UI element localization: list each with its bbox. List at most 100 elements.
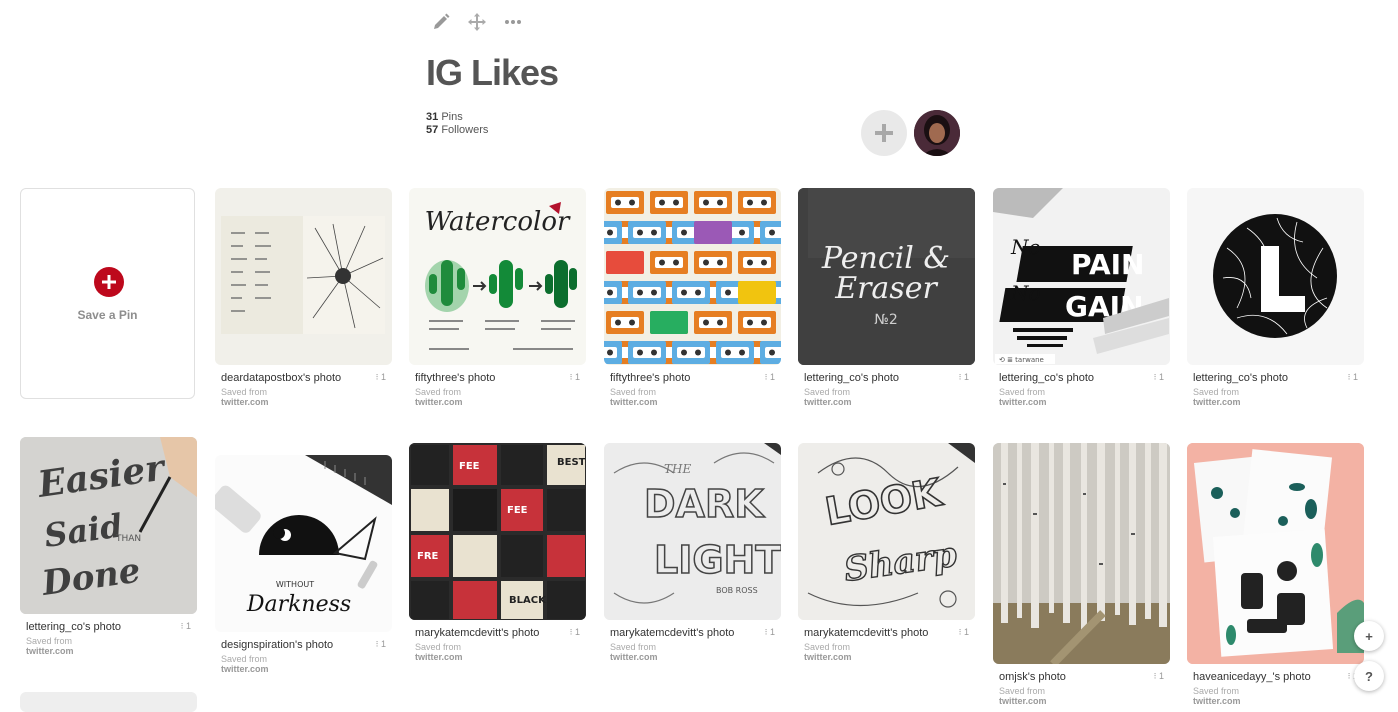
plus-icon [875,124,893,142]
pin-description: lettering_co's photo [1193,372,1289,384]
partial-pin-card[interactable] [20,692,197,712]
pin-description: marykatemcdevitt's photo [415,627,540,639]
source-link[interactable]: twitter.com [610,652,775,662]
pin-image: Watercolor [409,188,586,365]
saved-from-label: Saved from [610,387,657,397]
source-link[interactable]: twitter.com [221,397,386,407]
pin-description: lettering_co's photo [26,621,122,633]
pin-card[interactable]: fiftythree's photo ⁝ 1 Saved from twitte… [604,188,781,407]
pin-card[interactable]: No PAIN No GAIN ⟲ ≣ tarwane lettering_co… [993,188,1170,407]
svg-text:Eraser: Eraser [834,271,938,306]
repin-count: ⁝ 1 [959,627,969,638]
pin-image [993,443,1170,664]
pin-card[interactable]: haveanicedayy_'s photo ⁝ 1 Saved from tw… [1187,443,1364,706]
repin-count: ⁝ 1 [1154,372,1164,383]
repin-count: ⁝ 1 [181,621,191,632]
repin-count: ⁝ 1 [376,372,386,383]
pencil-icon[interactable] [430,10,452,34]
pin-icon: ⁝ [958,372,962,382]
svg-text:THAN: THAN [115,534,141,544]
saved-from-label: Saved from [1193,387,1240,397]
pin-card[interactable]: Easier Said THAN Done lettering_co's pho… [20,437,197,656]
pin-description: deardatapostbox's photo [221,372,342,384]
followers-label: Followers [441,124,489,136]
more-icon[interactable] [502,10,524,34]
help-icon: ? [1365,668,1373,684]
add-collaborator-button[interactable] [861,110,907,156]
repin-number: 1 [963,627,969,637]
pin-icon: ⁝ [569,627,573,637]
repin-number: 1 [1158,671,1164,681]
followers-stat[interactable]: 57 Followers [426,124,488,137]
source-link[interactable]: twitter.com [610,397,775,407]
pin-caption: lettering_co's photo ⁝ 1 Saved from twit… [993,365,1170,407]
pin-icon: ⁝ [375,639,379,649]
pin-image: Pencil & Eraser №2 [798,188,975,365]
pin-caption: fiftythree's photo ⁝ 1 Saved from twitte… [604,365,781,407]
svg-text:LIGHT: LIGHT [654,538,781,582]
pin-card[interactable]: THE DARK LIGHT BOB ROSS marykatemcdevitt… [604,443,781,662]
svg-text:FEE: FEE [459,461,480,472]
move-icon[interactable] [466,10,488,34]
avatar[interactable] [914,110,960,156]
pin-card[interactable]: omjsk's photo ⁝ 1 Saved from twitter.com [993,443,1170,706]
save-a-pin-card[interactable]: Save a Pin [20,188,195,399]
add-button[interactable]: + [1354,621,1384,651]
pin-caption: marykatemcdevitt's photo ⁝ 1 Saved from … [798,620,975,662]
source-link[interactable]: twitter.com [415,397,580,407]
pin-description: omjsk's photo [999,671,1066,683]
pin-description: lettering_co's photo [804,372,900,384]
pin-image: No PAIN No GAIN ⟲ ≣ tarwane [993,188,1170,365]
repin-count: ⁝ 1 [1348,372,1358,383]
pin-caption: designspiration's photo ⁝ 1 Saved from t… [215,632,392,674]
svg-text:№2: №2 [874,312,897,328]
pin-icon: ⁝ [764,627,768,637]
repin-number: 1 [769,627,775,637]
pin-description: marykatemcdevitt's photo [610,627,735,639]
pin-card[interactable]: lettering_co's photo ⁝ 1 Saved from twit… [1187,188,1364,407]
pin-icon: ⁝ [569,372,573,382]
pin-icon: ⁝ [1347,372,1351,382]
svg-text:No: No [1010,281,1041,305]
source-link[interactable]: twitter.com [804,397,969,407]
pin-image-text: Watercolor [425,207,571,237]
pin-caption: lettering_co's photo ⁝ 1 Saved from twit… [20,614,197,656]
repin-number: 1 [380,372,386,382]
pin-card[interactable]: Watercolor fiftythree's photo ⁝ 1 Saved … [409,188,586,407]
pin-icon: ⁝ [1153,372,1157,382]
source-link[interactable]: twitter.com [1193,696,1358,706]
source-link[interactable]: twitter.com [415,652,580,662]
repin-count: ⁝ 1 [570,372,580,383]
help-button[interactable]: ? [1354,661,1384,691]
svg-text:⟲ ≣ tarwane: ⟲ ≣ tarwane [999,356,1044,364]
pin-card[interactable]: deardatapostbox's photo ⁝ 1 Saved from t… [215,188,392,407]
svg-text:BEST: BEST [557,457,586,468]
svg-text:THE: THE [664,462,691,476]
saved-from-label: Saved from [26,636,73,646]
source-link[interactable]: twitter.com [1193,397,1358,407]
pin-card[interactable]: WITHOUT Darkness designspiration's photo… [215,455,392,674]
repin-number: 1 [769,372,775,382]
svg-text:PAIN: PAIN [1071,248,1144,281]
pin-caption: deardatapostbox's photo ⁝ 1 Saved from t… [215,365,392,407]
repin-number: 1 [574,372,580,382]
pin-icon: ⁝ [764,372,768,382]
pin-description: lettering_co's photo [999,372,1095,384]
repin-number: 1 [963,372,969,382]
saved-from-label: Saved from [804,642,851,652]
source-link[interactable]: twitter.com [26,646,191,656]
saved-from-label: Saved from [999,686,1046,696]
source-link[interactable]: twitter.com [999,397,1164,407]
source-link[interactable]: twitter.com [804,652,969,662]
pins-count: 31 [426,111,439,123]
plus-icon: + [1365,628,1373,644]
repin-count: ⁝ 1 [959,372,969,383]
pin-caption: lettering_co's photo ⁝ 1 Saved from twit… [1187,365,1364,407]
pins-stat[interactable]: 31 Pins [426,111,488,124]
source-link[interactable]: twitter.com [999,696,1164,706]
pin-card[interactable]: Pencil & Eraser №2 lettering_co's photo … [798,188,975,407]
pin-card[interactable]: FEE FEE BEST FRE BLACK marykatemcdevitt's p… [409,443,586,662]
pins-label: Pins [441,111,463,123]
source-link[interactable]: twitter.com [221,664,386,674]
pin-card[interactable]: LOOK Sharp marykatemcdevitt's photo ⁝ 1 … [798,443,975,662]
